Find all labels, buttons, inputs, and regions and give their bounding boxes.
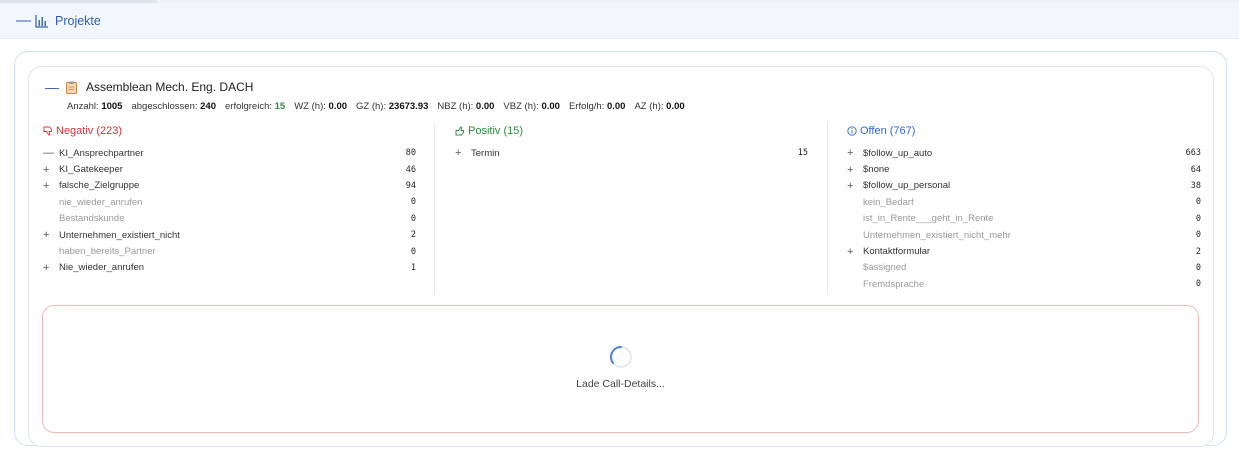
project-collapse-toggle[interactable]: —: [45, 79, 63, 95]
thumbs-up-icon: [455, 126, 464, 136]
expand-icon[interactable]: +: [455, 147, 471, 159]
project-header[interactable]: — Assemblean Mech. Eng. DACH: [45, 79, 254, 95]
item-label: KI_Gatekeeper: [59, 164, 123, 176]
item-count: 38: [1190, 180, 1201, 191]
stat-erfolgreich: erfolgreich: 15: [225, 101, 286, 112]
expand-icon[interactable]: +: [847, 180, 863, 192]
section-title: Projekte: [55, 13, 101, 28]
loading-text: Lade Call-Details...: [576, 378, 665, 390]
list-item: ist_in_Rente___geht_in_Rente 0: [847, 211, 1201, 227]
item-count: 0: [1195, 279, 1201, 290]
item-count: 663: [1185, 148, 1201, 159]
item-count: 1: [410, 262, 416, 273]
list-item: Unternehmen_existiert_nicht_mehr 0: [847, 227, 1201, 243]
list-item[interactable]: + Nie_wieder_anrufen 1: [43, 260, 416, 276]
bar-chart-icon: [35, 14, 48, 28]
stat-az: AZ (h): 0.00: [634, 101, 685, 112]
list-item[interactable]: + Unternehmen_existiert_nicht 2: [43, 227, 416, 243]
item-label: Unternehmen_existiert_nicht_mehr: [863, 229, 1011, 241]
stat-nbz: NBZ (h): 0.00: [437, 101, 495, 112]
item-label: $follow_up_auto: [863, 147, 933, 159]
item-label: haben_bereits_Partner: [59, 246, 156, 258]
item-label: kein_Bedarf: [863, 196, 914, 208]
item-count: 15: [797, 148, 808, 159]
item-label: ist_in_Rente___geht_in_Rente: [863, 213, 994, 225]
project-name: Assemblean Mech. Eng. DACH: [86, 80, 254, 94]
item-label: Kontaktformular: [863, 246, 931, 258]
list-item: Fremdsprache 0: [847, 276, 1201, 292]
expand-icon[interactable]: +: [847, 164, 863, 176]
item-count: 64: [1190, 164, 1201, 175]
list-item[interactable]: — KI_Ansprechpartner 80: [43, 145, 416, 161]
list-item: Bestandskunde 0: [43, 211, 416, 227]
item-count: 0: [1195, 230, 1201, 241]
collapse-icon[interactable]: —: [43, 147, 59, 159]
list-item: $assigned 0: [847, 260, 1201, 276]
stat-abgeschlossen: abgeschlossen: 240: [131, 101, 216, 112]
stat-wz: WZ (h): 0.00: [294, 101, 348, 112]
item-label: Bestandskunde: [59, 213, 125, 225]
item-count: 0: [410, 197, 416, 208]
column-offen-header: Offen (767): [847, 124, 1201, 138]
list-item[interactable]: + Termin 15: [455, 145, 808, 161]
column-positiv-header: Positiv (15): [455, 124, 808, 138]
item-label: falsche_Zielgruppe: [59, 180, 140, 192]
expand-icon[interactable]: +: [43, 262, 59, 274]
expand-icon[interactable]: +: [43, 164, 59, 176]
section-header-projekte[interactable]: — Projekte: [0, 3, 1239, 39]
stat-vbz: VBZ (h): 0.00: [503, 101, 560, 112]
offen-list: + $follow_up_auto 663 + $none 64 + $follow_up_p…: [847, 145, 1201, 293]
negativ-list: — KI_Ansprechpartner 80 + KI_Gatekeeper 46 + fa…: [43, 145, 416, 276]
list-item: kein_Bedarf 0: [847, 194, 1201, 210]
item-count: 94: [405, 180, 416, 191]
item-count: 2: [1195, 246, 1201, 257]
list-item[interactable]: + $none 64: [847, 161, 1201, 177]
expand-icon[interactable]: +: [43, 180, 59, 192]
info-circle-icon: [847, 126, 857, 136]
list-item: haben_bereits_Partner 0: [43, 243, 416, 259]
stat-anzahl: Anzahl: 1005: [67, 101, 123, 112]
item-count: 2: [410, 230, 416, 241]
item-count: 0: [1195, 262, 1201, 273]
item-count: 0: [1195, 197, 1201, 208]
column-negativ: Negativ (223) — KI_Ansprechpartner 80 + KI_G…: [43, 124, 416, 276]
thumbs-down-icon: [43, 126, 52, 136]
collapse-toggle[interactable]: —: [16, 13, 32, 28]
column-negativ-header: Negativ (223): [43, 124, 416, 138]
item-label: Fremdsprache: [863, 278, 925, 290]
item-label: KI_Ansprechpartner: [59, 147, 144, 159]
list-item[interactable]: + Kontaktformular 2: [847, 243, 1201, 259]
list-item[interactable]: + KI_Gatekeeper 46: [43, 161, 416, 177]
list-item[interactable]: + $follow_up_auto 663: [847, 145, 1201, 161]
item-label: Nie_wieder_anrufen: [59, 262, 145, 274]
loading-spinner-icon: [610, 346, 632, 368]
item-count: 80: [405, 148, 416, 159]
column-divider: [434, 123, 435, 294]
item-count: 0: [1195, 213, 1201, 224]
item-label: nie_wieder_anrufen: [59, 196, 143, 208]
project-stats: Anzahl: 1005 abgeschlossen: 240 erfolgre…: [67, 101, 694, 112]
positiv-list: + Termin 15: [455, 145, 808, 161]
expand-icon[interactable]: +: [43, 229, 59, 241]
item-count: 0: [410, 246, 416, 257]
clipboard-icon: [66, 81, 77, 94]
item-label: Termin: [471, 147, 500, 159]
expand-icon[interactable]: +: [847, 147, 863, 159]
expand-icon[interactable]: +: [847, 246, 863, 258]
list-item[interactable]: + falsche_Zielgruppe 94: [43, 178, 416, 194]
stat-gz: GZ (h): 23673.93: [356, 101, 429, 112]
item-count: 0: [410, 213, 416, 224]
item-label: $follow_up_personal: [863, 180, 951, 192]
item-count: 46: [405, 164, 416, 175]
item-label: Unternehmen_existiert_nicht: [59, 229, 180, 241]
item-label: $assigned: [863, 262, 907, 274]
stat-erfolg-pro-h: Erfolg/h: 0.00: [568, 101, 626, 112]
column-divider: [827, 123, 828, 294]
list-item[interactable]: + $follow_up_personal 38: [847, 178, 1201, 194]
item-label: $none: [863, 164, 890, 176]
column-positiv: Positiv (15) + Termin 15: [455, 124, 808, 161]
list-item: nie_wieder_anrufen 0: [43, 194, 416, 210]
column-offen: Offen (767) + $follow_up_auto 663 + $none 64 +…: [847, 124, 1201, 293]
